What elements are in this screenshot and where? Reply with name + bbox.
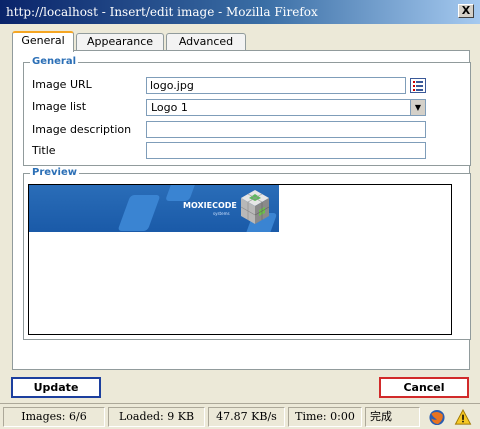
- preview-fieldset: Preview MOXIECODE systems: [23, 166, 471, 340]
- warning-icon[interactable]: [454, 409, 472, 426]
- status-speed: 47.87 KB/s: [208, 407, 285, 427]
- image-url-label: Image URL: [32, 78, 92, 91]
- chevron-down-icon[interactable]: ▼: [410, 100, 425, 115]
- image-description-input[interactable]: [146, 121, 426, 138]
- title-input[interactable]: [146, 142, 426, 159]
- image-list-label: Image list: [32, 100, 87, 113]
- update-button[interactable]: Update: [11, 377, 101, 398]
- logo-subtext: systems: [213, 211, 230, 216]
- title-bar: http://localhost - Insert/edit image - M…: [0, 0, 480, 24]
- preview-legend: Preview: [30, 166, 80, 180]
- image-list-value: Logo 1: [151, 101, 188, 114]
- status-time: Time: 0:00: [288, 407, 362, 427]
- general-fieldset: General Image URL logo.jpg Image list Lo…: [23, 55, 471, 166]
- browse-icon[interactable]: [410, 78, 426, 93]
- tab-appearance[interactable]: Appearance: [76, 33, 164, 51]
- firefox-icon[interactable]: [428, 409, 446, 426]
- logo-text: MOXIECODE: [183, 201, 237, 210]
- tab-general[interactable]: General: [12, 31, 74, 52]
- image-description-label: Image description: [32, 123, 132, 136]
- preview-area: MOXIECODE systems: [28, 184, 452, 335]
- status-text: 完成: [365, 407, 420, 427]
- tab-advanced[interactable]: Advanced: [166, 33, 246, 51]
- status-images: Images: 6/6: [3, 407, 105, 427]
- image-url-input[interactable]: logo.jpg: [146, 77, 406, 94]
- window-title: http://localhost - Insert/edit image - M…: [6, 5, 318, 19]
- tab-panel-general: General Image URL logo.jpg Image list Lo…: [12, 50, 471, 370]
- status-loaded: Loaded: 9 KB: [108, 407, 205, 427]
- logo-cube-icon: [240, 190, 270, 224]
- general-legend: General: [30, 55, 78, 69]
- title-label: Title: [32, 144, 56, 157]
- status-bar: Images: 6/6 Loaded: 9 KB 47.87 KB/s Time…: [0, 403, 480, 429]
- cancel-button[interactable]: Cancel: [379, 377, 469, 398]
- preview-image: MOXIECODE systems: [29, 185, 279, 232]
- close-window-button[interactable]: X: [458, 4, 474, 18]
- image-list-select[interactable]: Logo 1 ▼: [146, 99, 426, 116]
